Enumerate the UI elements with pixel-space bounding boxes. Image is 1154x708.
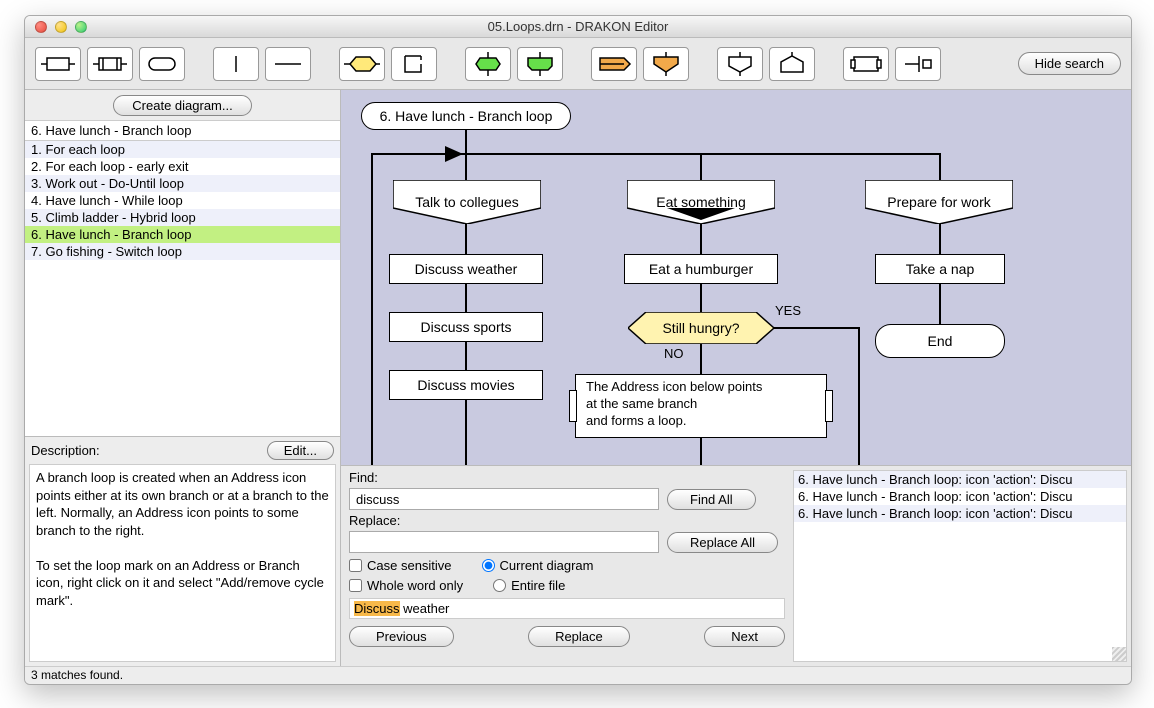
search-controls: Find: Find All Replace: Replace All Case… bbox=[341, 466, 793, 666]
tool-rounded-icon[interactable] bbox=[139, 47, 185, 81]
branch-header[interactable]: Talk to collegues bbox=[393, 180, 541, 224]
replace-button[interactable]: Replace bbox=[528, 626, 630, 647]
result-item[interactable]: 6. Have lunch - Branch loop: icon 'actio… bbox=[794, 488, 1126, 505]
action-node[interactable]: Discuss sports bbox=[389, 312, 543, 342]
tool-shelf-orange-icon[interactable] bbox=[591, 47, 637, 81]
toolbar: Hide search bbox=[25, 38, 1131, 90]
current-diagram-radio[interactable]: Current diagram bbox=[482, 558, 594, 573]
list-item[interactable]: 2. For each loop - early exit bbox=[25, 158, 340, 175]
tool-connector-icon[interactable] bbox=[895, 47, 941, 81]
tool-vertical-line-icon[interactable] bbox=[213, 47, 259, 81]
list-item[interactable]: 1. For each loop bbox=[25, 141, 340, 158]
tool-branch-icon[interactable] bbox=[717, 47, 763, 81]
list-item-selected[interactable]: 6. Have lunch - Branch loop bbox=[25, 226, 340, 243]
find-input[interactable] bbox=[349, 488, 659, 510]
tool-loopend-green-icon[interactable] bbox=[517, 47, 563, 81]
end-node[interactable]: End bbox=[875, 324, 1005, 358]
list-item[interactable]: 3. Work out - Do-Until loop bbox=[25, 175, 340, 192]
previous-button[interactable]: Previous bbox=[349, 626, 454, 647]
replace-input[interactable] bbox=[349, 531, 659, 553]
description-text: A branch loop is created when an Address… bbox=[29, 464, 336, 662]
create-diagram-button[interactable]: Create diagram... bbox=[113, 95, 251, 116]
diagram-list[interactable]: 1. For each loop 2. For each loop - earl… bbox=[25, 141, 340, 437]
entire-file-radio[interactable]: Entire file bbox=[493, 578, 565, 593]
hide-search-button[interactable]: Hide search bbox=[1018, 52, 1121, 75]
close-icon[interactable] bbox=[35, 21, 47, 33]
find-label: Find: bbox=[349, 470, 785, 485]
window-title: 05.Loops.drn - DRAKON Editor bbox=[25, 19, 1131, 34]
traffic-lights bbox=[35, 21, 87, 33]
whole-word-checkbox[interactable]: Whole word only bbox=[349, 578, 463, 593]
next-button[interactable]: Next bbox=[704, 626, 785, 647]
list-item[interactable]: 5. Climb ladder - Hybrid loop bbox=[25, 209, 340, 226]
action-node[interactable]: Take a nap bbox=[875, 254, 1005, 284]
main: Create diagram... 1. For each loop 2. Fo… bbox=[25, 90, 1131, 666]
resize-grip-icon[interactable] bbox=[1112, 647, 1126, 661]
replace-all-button[interactable]: Replace All bbox=[667, 532, 778, 553]
tool-horizontal-line-icon[interactable] bbox=[265, 47, 311, 81]
find-all-button[interactable]: Find All bbox=[667, 489, 756, 510]
status-bar: 3 matches found. bbox=[25, 666, 1131, 684]
description-header: Description: Edit... bbox=[25, 437, 340, 464]
no-label: NO bbox=[664, 346, 684, 361]
titlebar: 05.Loops.drn - DRAKON Editor bbox=[25, 16, 1131, 38]
comment-node[interactable]: The Address icon below points at the sam… bbox=[575, 374, 827, 438]
zoom-icon[interactable] bbox=[75, 21, 87, 33]
tool-case-orange-icon[interactable] bbox=[643, 47, 689, 81]
tool-address-icon[interactable] bbox=[769, 47, 815, 81]
search-panel: Find: Find All Replace: Replace All Case… bbox=[341, 466, 1131, 666]
if-node[interactable]: Still hungry? bbox=[628, 312, 774, 344]
list-item[interactable]: 4. Have lunch - While loop bbox=[25, 192, 340, 209]
diagram-canvas[interactable]: 6. Have lunch - Branch loop Talk to coll… bbox=[341, 90, 1131, 466]
right-panel: 6. Have lunch - Branch loop Talk to coll… bbox=[341, 90, 1131, 666]
yes-label: YES bbox=[775, 303, 801, 318]
left-panel: Create diagram... 1. For each loop 2. Fo… bbox=[25, 90, 341, 666]
diagram-title-node[interactable]: 6. Have lunch - Branch loop bbox=[361, 102, 571, 130]
diagram-filter-input[interactable] bbox=[25, 120, 340, 141]
action-node[interactable]: Eat a humburger bbox=[624, 254, 778, 284]
tool-select-icon[interactable] bbox=[391, 47, 437, 81]
action-node[interactable]: Discuss weather bbox=[389, 254, 543, 284]
replace-label: Replace: bbox=[349, 513, 785, 528]
arrow-right-icon bbox=[445, 146, 463, 162]
edit-description-button[interactable]: Edit... bbox=[267, 441, 334, 460]
tool-comment-icon[interactable] bbox=[843, 47, 889, 81]
tool-if-icon[interactable] bbox=[339, 47, 385, 81]
result-item[interactable]: 6. Have lunch - Branch loop: icon 'actio… bbox=[794, 505, 1126, 522]
tool-action-icon[interactable] bbox=[35, 47, 81, 81]
result-item[interactable]: 6. Have lunch - Branch loop: icon 'actio… bbox=[794, 471, 1126, 488]
list-item[interactable]: 7. Go fishing - Switch loop bbox=[25, 243, 340, 260]
match-preview: Discuss weather bbox=[349, 598, 785, 619]
description-label: Description: bbox=[31, 443, 100, 458]
search-results[interactable]: 6. Have lunch - Branch loop: icon 'actio… bbox=[793, 470, 1127, 662]
tool-loopstart-green-icon[interactable] bbox=[465, 47, 511, 81]
status-text: 3 matches found. bbox=[31, 668, 123, 682]
branch-header[interactable]: Prepare for work bbox=[865, 180, 1013, 224]
window: 05.Loops.drn - DRAKON Editor bbox=[24, 15, 1132, 685]
minimize-icon[interactable] bbox=[55, 21, 67, 33]
case-sensitive-checkbox[interactable]: Case sensitive bbox=[349, 558, 452, 573]
tool-insertion-icon[interactable] bbox=[87, 47, 133, 81]
branch-header[interactable]: Eat something bbox=[627, 180, 775, 224]
action-node[interactable]: Discuss movies bbox=[389, 370, 543, 400]
